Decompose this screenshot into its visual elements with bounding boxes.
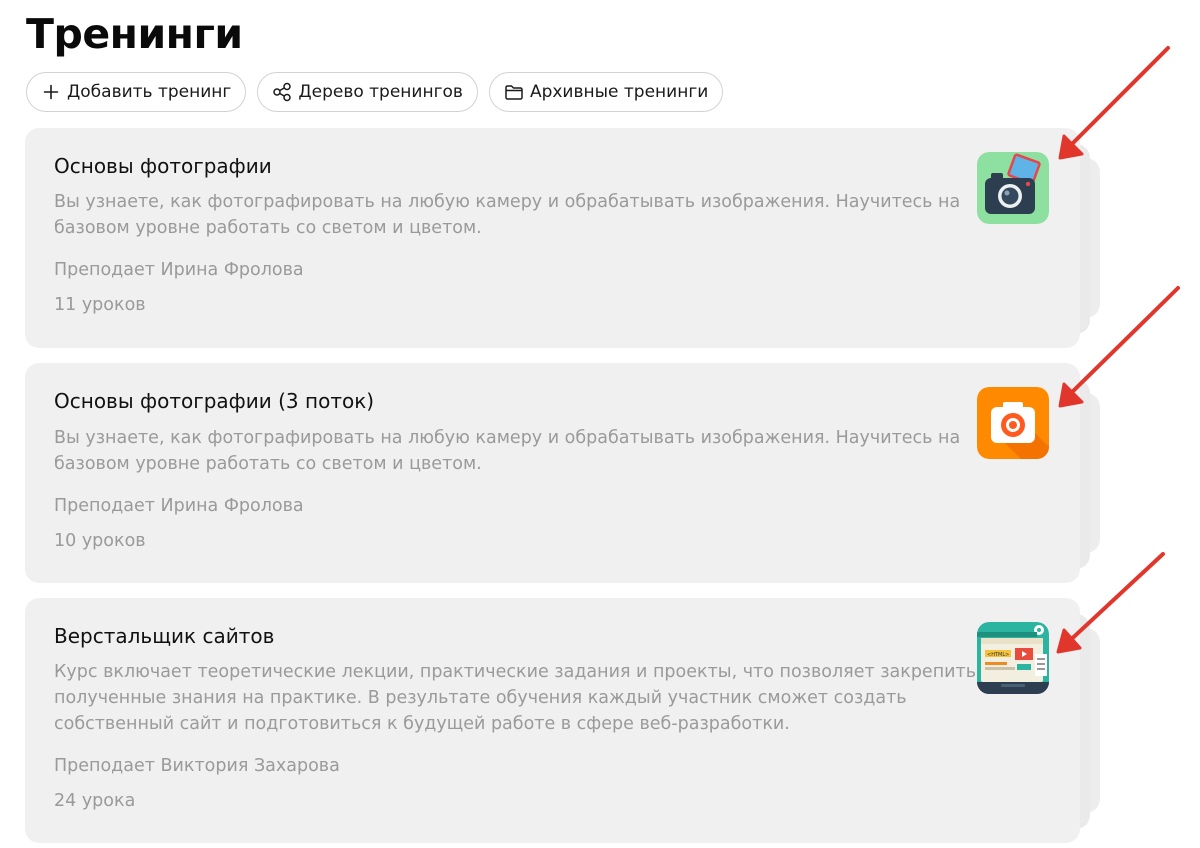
training-teacher: Преподает Ирина Фролова xyxy=(54,260,304,280)
archived-trainings-button[interactable]: Архивные тренинги xyxy=(488,72,724,112)
training-title[interactable]: Основы фотографии xyxy=(54,154,272,178)
add-training-label: Добавить тренинг xyxy=(67,82,232,102)
camera-green-icon xyxy=(977,152,1049,224)
training-card-body[interactable]: Верстальщик сайтов Курс включает теорети… xyxy=(25,598,1080,843)
annotation-arrow-icon xyxy=(1056,552,1165,654)
training-title[interactable]: Основы фотографии (3 поток) xyxy=(54,389,374,413)
folder-icon xyxy=(504,82,524,102)
training-lessons-count: 10 уроков xyxy=(54,531,146,551)
web-layout-icon: <HTML> xyxy=(977,622,1049,694)
page-title: Тренинги xyxy=(26,10,243,58)
training-card[interactable]: Основы фотографии Вы узнаете, как фотогр… xyxy=(25,128,1100,348)
annotation-arrow-icon xyxy=(1058,46,1170,160)
training-description: Курс включает теоретические лекции, прак… xyxy=(54,662,977,734)
annotation-arrow-icon xyxy=(1058,286,1180,408)
toolbar: Добавить тренинг Дерево тренингов Архивн… xyxy=(26,72,724,112)
training-card[interactable]: Основы фотографии (3 поток) Вы узнаете, … xyxy=(25,363,1100,583)
plus-icon xyxy=(41,82,61,102)
training-tree-label: Дерево тренингов xyxy=(298,82,463,102)
camera-orange-icon xyxy=(977,387,1049,459)
add-training-button[interactable]: Добавить тренинг xyxy=(26,72,247,112)
training-card-body[interactable]: Основы фотографии (3 поток) Вы узнаете, … xyxy=(25,363,1080,583)
training-description: Вы узнаете, как фотографировать на любую… xyxy=(54,192,961,238)
training-title[interactable]: Верстальщик сайтов xyxy=(54,624,274,648)
training-tree-button[interactable]: Дерево тренингов xyxy=(257,72,478,112)
svg-text:<HTML>: <HTML> xyxy=(987,652,1009,658)
archived-trainings-label: Архивные тренинги xyxy=(529,82,709,102)
training-teacher: Преподает Ирина Фролова xyxy=(54,496,304,516)
training-description: Вы узнаете, как фотографировать на любую… xyxy=(54,428,961,474)
training-card[interactable]: Верстальщик сайтов Курс включает теорети… xyxy=(25,598,1100,843)
training-lessons-count: 11 уроков xyxy=(54,295,146,315)
share-nodes-icon xyxy=(272,82,292,102)
training-card-body[interactable]: Основы фотографии Вы узнаете, как фотогр… xyxy=(25,128,1080,348)
training-lessons-count: 24 урока xyxy=(54,791,136,811)
training-teacher: Преподает Виктория Захарова xyxy=(54,756,340,776)
